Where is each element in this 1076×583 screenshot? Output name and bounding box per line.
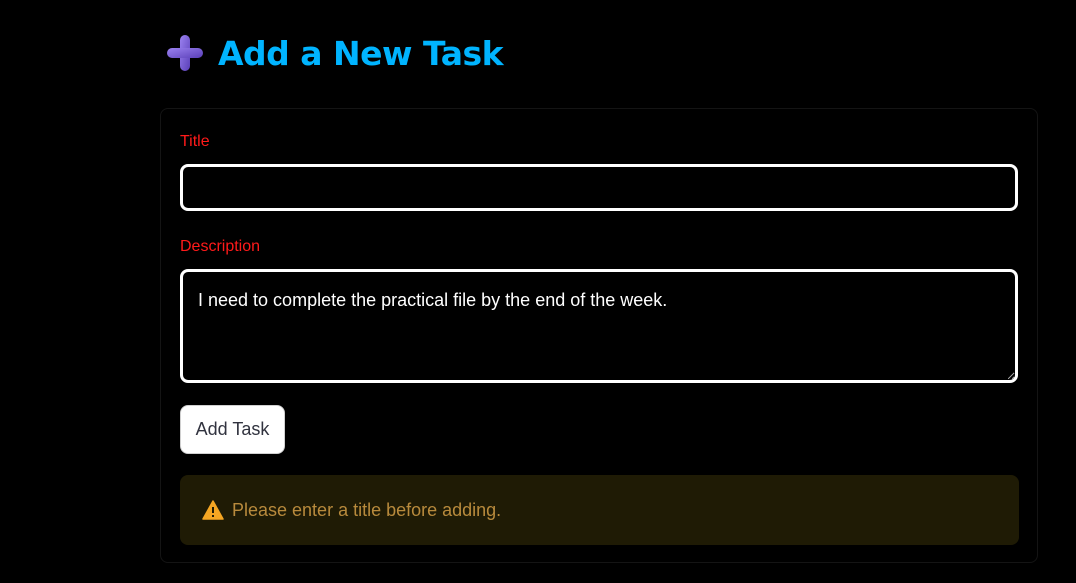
description-label: Description [180, 238, 261, 255]
page-title: Add a New Task [218, 33, 504, 73]
page-header: Add a New Task [165, 30, 504, 76]
title-input[interactable] [180, 164, 1018, 211]
add-task-button[interactable]: Add Task [180, 405, 285, 454]
warning-icon [202, 500, 224, 520]
title-label: Title [180, 133, 210, 150]
warning-alert: Please enter a title before adding. [180, 475, 1019, 545]
warning-message: Please enter a title before adding. [232, 499, 502, 520]
plus-icon [167, 35, 203, 71]
description-textarea[interactable]: I need to complete the practical file by… [180, 269, 1018, 383]
